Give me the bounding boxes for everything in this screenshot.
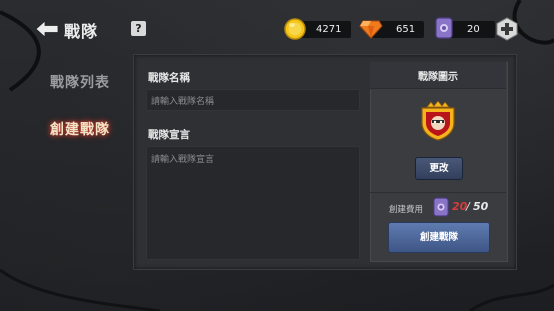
add-ticket-button[interactable] xyxy=(495,17,519,41)
team-motto-label: 戰隊宣言 xyxy=(148,129,190,141)
emblem-divider xyxy=(370,192,506,193)
gem-value: 651 xyxy=(396,24,416,35)
sidebar-item-team-list[interactable]: 戰隊列表 xyxy=(50,72,110,92)
page-title: 戰隊 xyxy=(64,22,99,41)
back-arrow-icon xyxy=(35,20,59,38)
cost-label: 創建費用 xyxy=(389,205,424,215)
gold-coin-icon xyxy=(284,18,306,40)
team-emblem-icon xyxy=(421,101,455,141)
team-name-label: 戰隊名稱 xyxy=(148,72,190,84)
ticket-icon xyxy=(435,17,453,39)
change-emblem-button[interactable]: 更改 xyxy=(415,157,463,180)
create-team-button[interactable]: 創建戰隊 xyxy=(388,222,490,253)
gem-icon xyxy=(359,20,383,39)
team-name-placeholder: 請輸入戰隊名稱 xyxy=(151,97,215,107)
team-motto-placeholder: 請輸入戰隊宣言 xyxy=(151,155,215,165)
cost-ticket-icon xyxy=(433,197,449,217)
cost-separator: / xyxy=(466,200,470,213)
ticket-value: 20 xyxy=(467,24,480,35)
help-button[interactable]: ? xyxy=(131,21,146,36)
cost-max: 50 xyxy=(473,200,489,213)
back-button[interactable] xyxy=(34,18,62,40)
gold-value: 4271 xyxy=(316,24,342,35)
top-bar: 戰隊 ? 4271 651 20 xyxy=(0,0,554,52)
sidebar-item-create-team[interactable]: 創建戰隊 xyxy=(50,119,110,139)
emblem-title: 戰隊圖示 xyxy=(418,72,458,83)
